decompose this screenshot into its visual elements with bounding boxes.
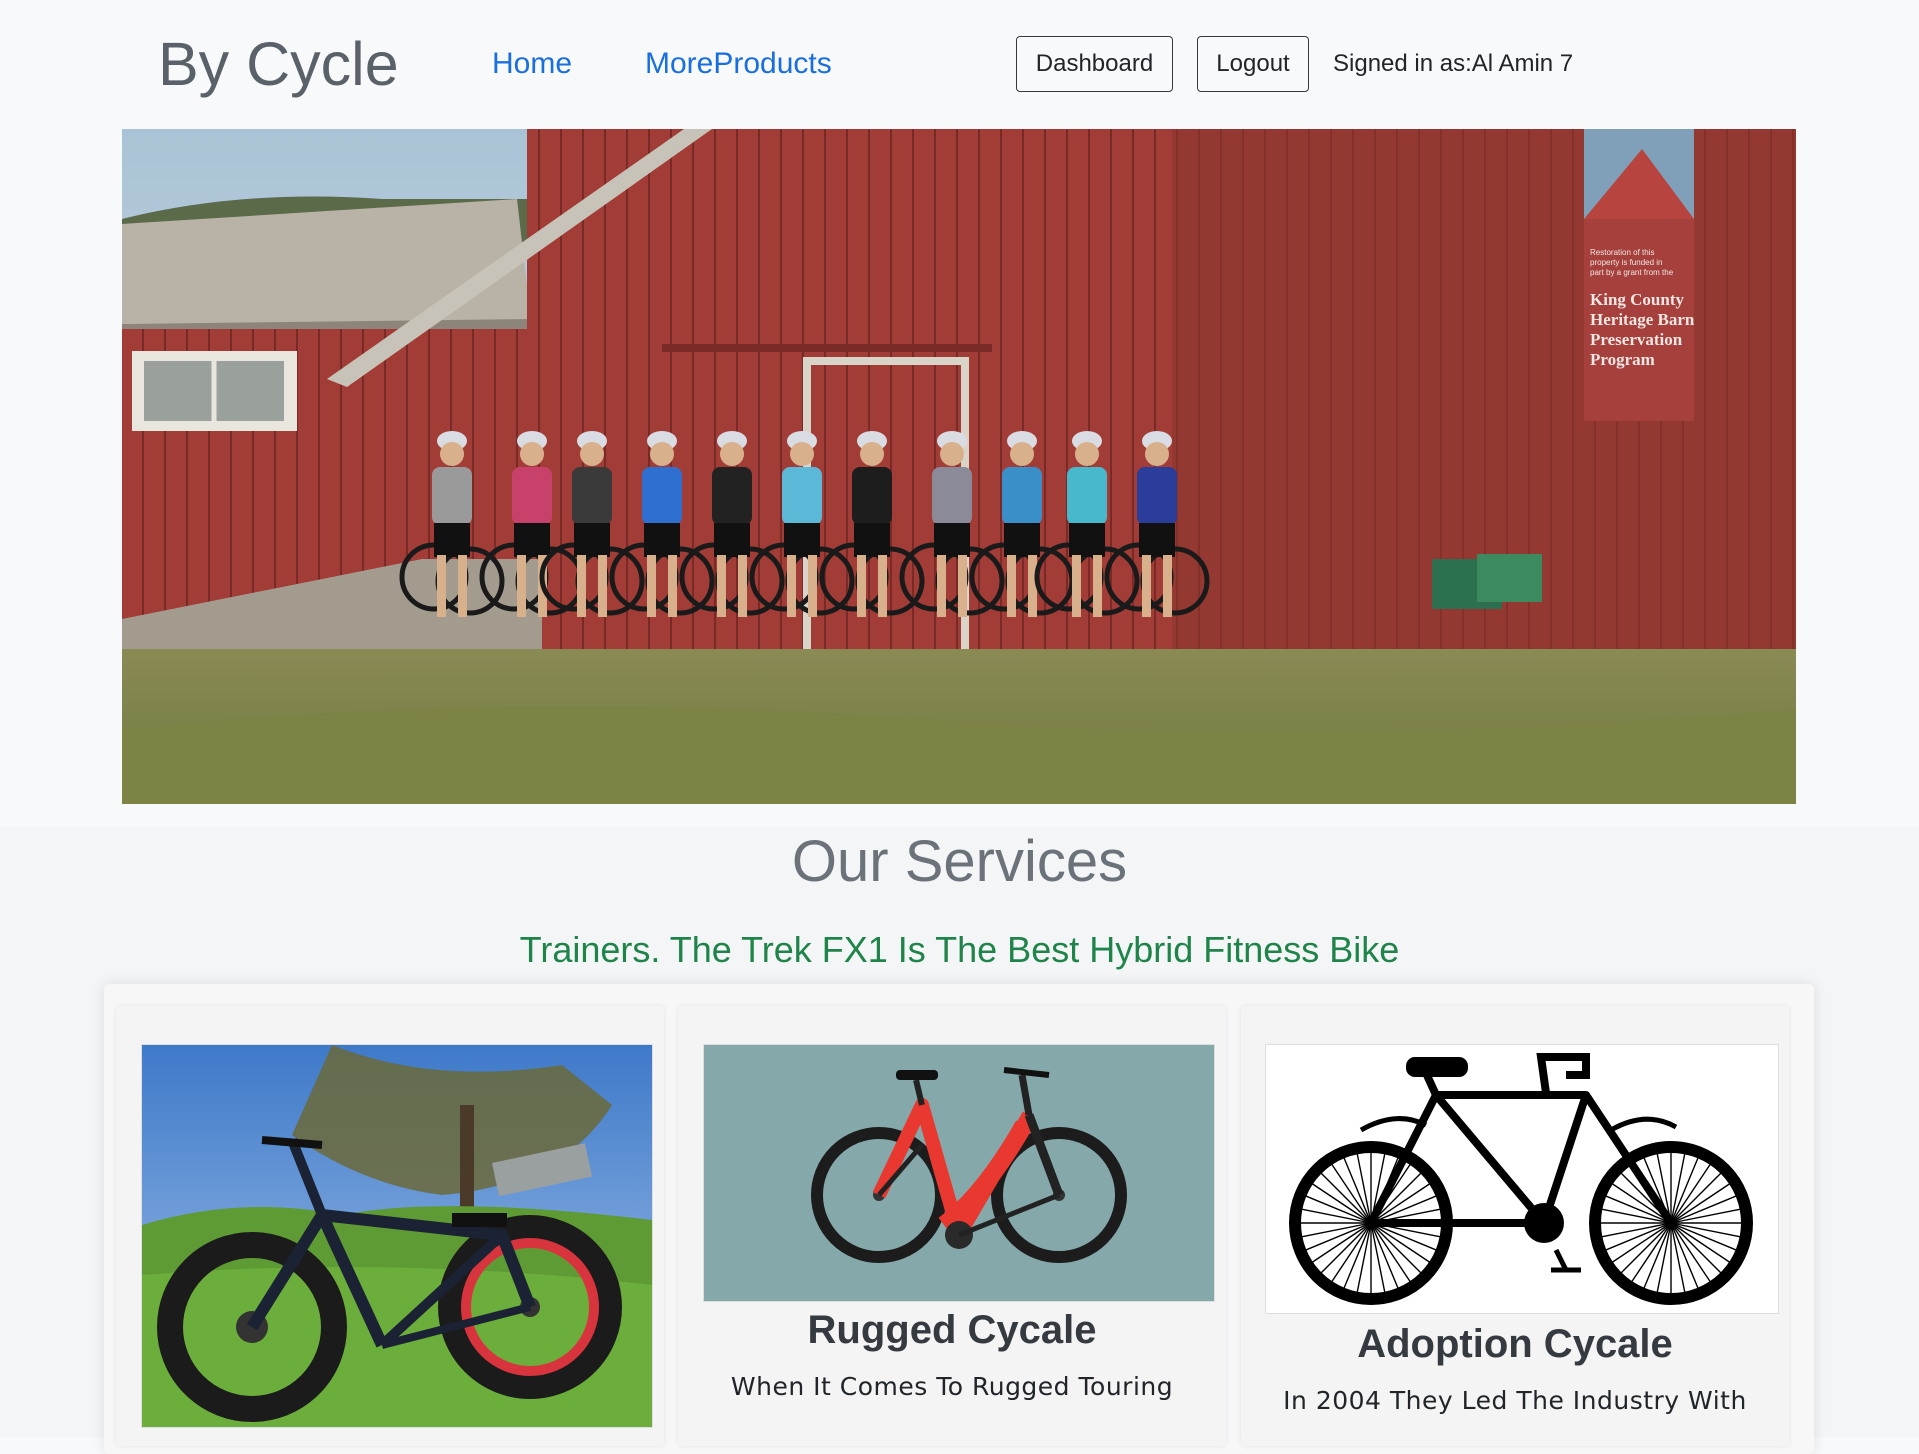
e-bike-image: [703, 1044, 1215, 1302]
service-card: Adoption Cycale In 2004 They Led The Ind…: [1241, 1006, 1789, 1446]
barn-sign-line: property is funded in: [1590, 258, 1663, 267]
hero-image: Restoration of this property is funded i…: [122, 129, 1796, 804]
barn-sign-line: part by a grant from the: [1590, 268, 1674, 277]
card-text: When It Comes To Rugged Touring: [730, 1372, 1174, 1401]
barn-sign-line: Preservation: [1590, 330, 1683, 349]
services-title: Our Services: [791, 829, 1128, 894]
fat-bike-image: [141, 1044, 653, 1428]
dashboard-button[interactable]: Dashboard: [1016, 36, 1173, 92]
nav-link-more-products[interactable]: MoreProducts: [645, 44, 832, 84]
nav-link-home[interactable]: Home: [492, 44, 572, 84]
barn-sign-line: King County: [1590, 290, 1684, 309]
barn-sign-line: Restoration of this: [1590, 248, 1654, 257]
card-text: In 2004 They Led The Industry With: [1283, 1386, 1747, 1415]
card-title: Adoption Cycale: [1357, 1322, 1673, 1366]
navbar: By Cycle Home MoreProducts Dashboard Log…: [0, 0, 1919, 129]
brand-logo[interactable]: By Cycle: [158, 28, 399, 100]
service-card: Rugged Cycale When It Comes To Rugged To…: [678, 1006, 1226, 1446]
service-card: [116, 1006, 664, 1446]
services-subtitle: Trainers. The Trek FX1 Is The Best Hybri…: [519, 929, 1400, 970]
barn-sign-line: Heritage Barn: [1590, 310, 1695, 329]
barn-sign-line: Program: [1590, 350, 1655, 369]
card-title: Rugged Cycale: [807, 1308, 1097, 1352]
tandem-bike-image: [1265, 1044, 1779, 1314]
signed-in-status: Signed in as:Al Amin 7: [1333, 50, 1574, 77]
logout-button[interactable]: Logout: [1197, 36, 1309, 92]
